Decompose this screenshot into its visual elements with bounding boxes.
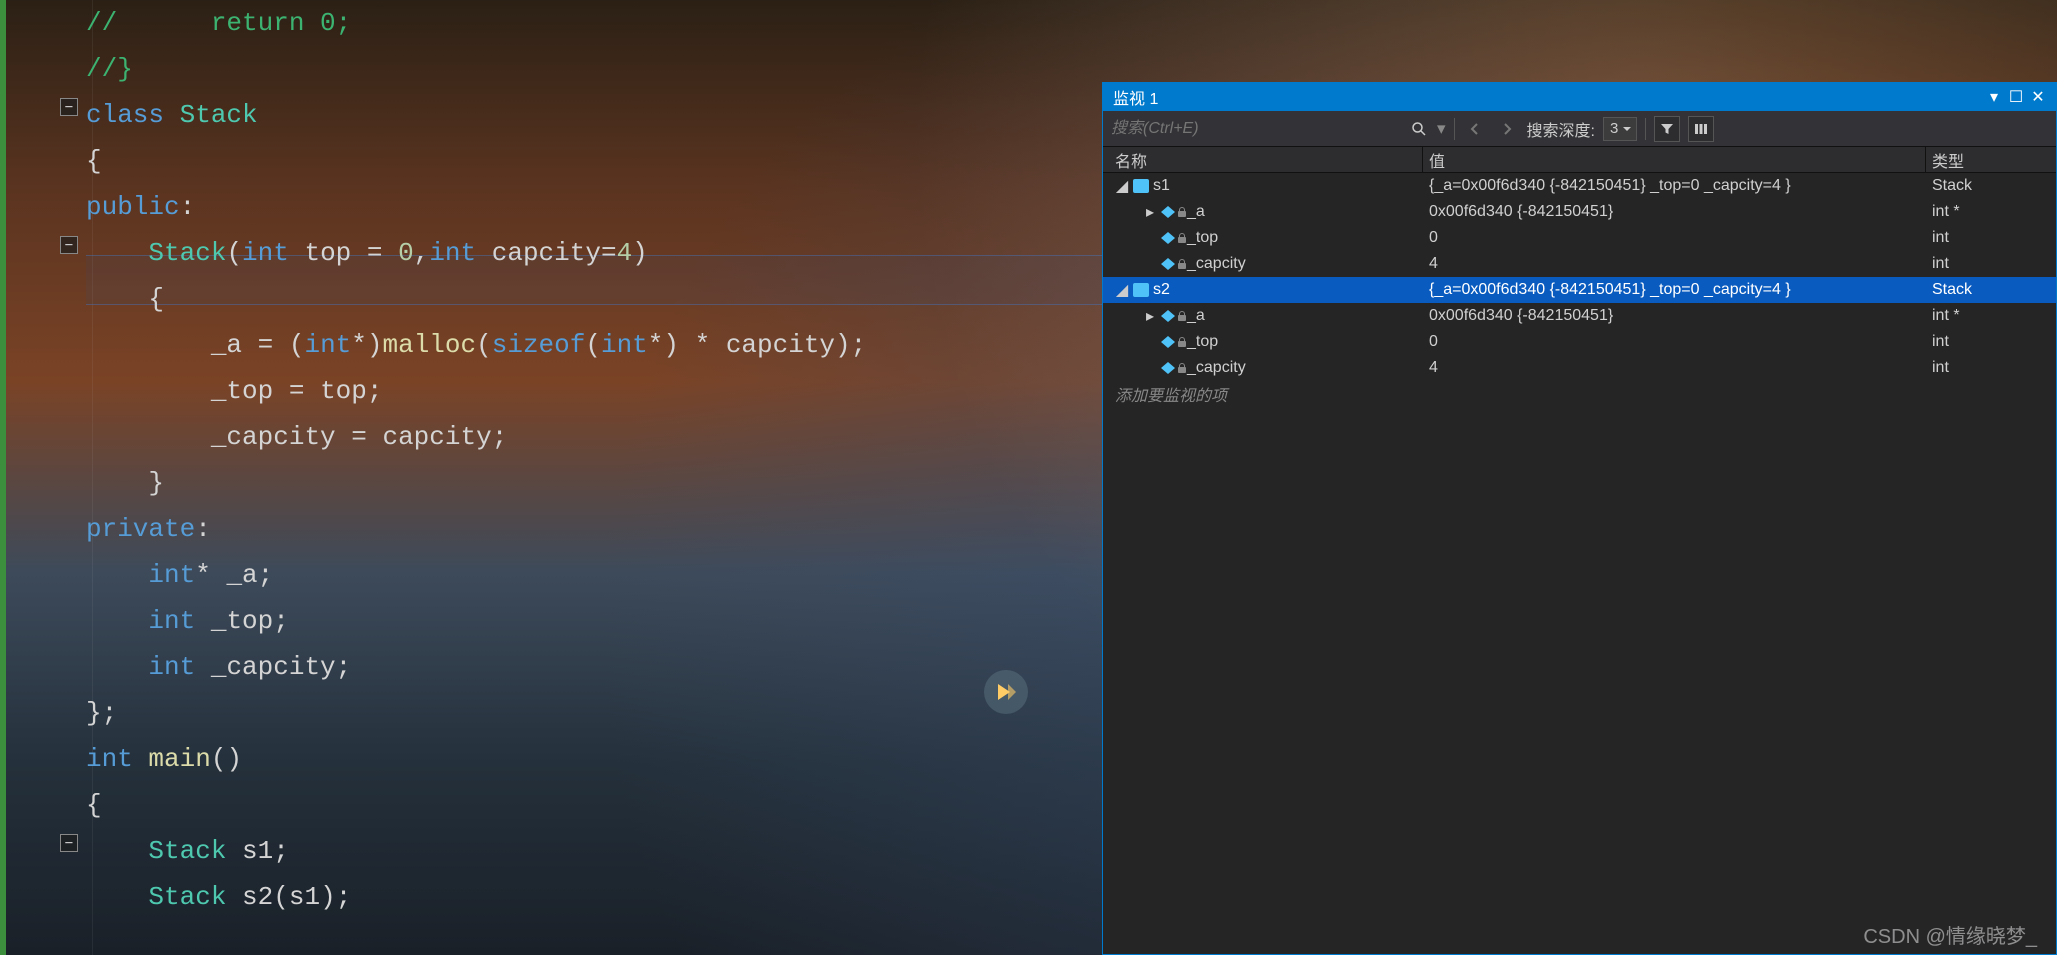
object-icon bbox=[1133, 283, 1149, 297]
code-line[interactable]: int _top; bbox=[86, 598, 1102, 644]
code-line[interactable]: _top = top; bbox=[86, 368, 1102, 414]
search-input[interactable] bbox=[1111, 116, 1401, 142]
watch-name: _a bbox=[1187, 307, 1205, 325]
code-line[interactable]: Stack s2(s1); bbox=[86, 874, 1102, 920]
watch-row[interactable]: ▸ _a 0x00f6d340 {-842150451}int * bbox=[1103, 199, 2056, 225]
code-line[interactable]: } bbox=[86, 460, 1102, 506]
watch-row[interactable]: ◢ s1 {_a=0x00f6d340 {-842150451} _top=0 _… bbox=[1103, 173, 2056, 199]
expander-icon[interactable]: ▸ bbox=[1143, 202, 1157, 222]
watch-type: int * bbox=[1926, 203, 2056, 221]
maximize-icon[interactable]: ☐ bbox=[2008, 87, 2024, 107]
search-icon[interactable] bbox=[1409, 119, 1429, 139]
watch-type: int bbox=[1926, 229, 2056, 247]
code-line[interactable]: { bbox=[86, 276, 1102, 322]
code-line[interactable]: private: bbox=[86, 506, 1102, 552]
watch-type: int bbox=[1926, 359, 2056, 377]
code-line[interactable]: class Stack bbox=[86, 92, 1102, 138]
lock-icon bbox=[1177, 207, 1187, 217]
code-line[interactable]: Stack s1; bbox=[86, 828, 1102, 874]
filter-button[interactable] bbox=[1654, 116, 1680, 142]
code-line[interactable]: int _capcity; bbox=[86, 644, 1102, 690]
watch-header-row: 名称 值 类型 bbox=[1103, 147, 2056, 173]
depth-select[interactable]: 3 bbox=[1603, 117, 1637, 141]
col-header-name[interactable]: 名称 bbox=[1103, 147, 1423, 172]
watch-row[interactable]: _capcity 4int bbox=[1103, 355, 2056, 381]
step-arrow-icon bbox=[984, 670, 1028, 714]
watch-type: int bbox=[1926, 255, 2056, 273]
watch-row[interactable]: _top 0int bbox=[1103, 225, 2056, 251]
watch-value: 0 bbox=[1423, 229, 1926, 247]
watch-body: ◢ s1 {_a=0x00f6d340 {-842150451} _top=0 _… bbox=[1103, 173, 2056, 381]
watch-title-text: 监视 1 bbox=[1113, 85, 1158, 109]
field-icon bbox=[1161, 336, 1175, 348]
watermark: CSDN @情缘晓梦_ bbox=[1863, 920, 2037, 949]
watch-row[interactable]: _capcity 4int bbox=[1103, 251, 2056, 277]
watch-name: _a bbox=[1187, 203, 1205, 221]
code-line[interactable]: int* _a; bbox=[86, 552, 1102, 598]
object-icon bbox=[1133, 179, 1149, 193]
watch-value: 4 bbox=[1423, 359, 1926, 377]
code-line[interactable]: _a = (int*)malloc(sizeof(int*) * capcity… bbox=[86, 322, 1102, 368]
lock-icon bbox=[1177, 233, 1187, 243]
watch-row[interactable]: ▸ _a 0x00f6d340 {-842150451}int * bbox=[1103, 303, 2056, 329]
watch-value: 0x00f6d340 {-842150451} bbox=[1423, 203, 1926, 221]
code-line[interactable]: int main() bbox=[86, 736, 1102, 782]
code-line[interactable]: }; bbox=[86, 690, 1102, 736]
fold-toggle[interactable]: − bbox=[60, 236, 78, 254]
code-editor[interactable]: // return 0;//}class Stack{public: Stack… bbox=[0, 0, 1102, 955]
lock-icon bbox=[1177, 311, 1187, 321]
watch-name: _capcity bbox=[1187, 359, 1246, 377]
watch-toolbar: ▾ 搜索深度: 3 bbox=[1103, 111, 2056, 147]
lock-icon bbox=[1177, 363, 1187, 373]
add-watch-row[interactable]: 添加要监视的项 bbox=[1103, 381, 2056, 407]
watch-name: s1 bbox=[1153, 177, 1170, 195]
code-line[interactable]: // return 0; bbox=[86, 0, 1102, 46]
field-icon bbox=[1161, 310, 1175, 322]
watch-type: Stack bbox=[1926, 281, 2056, 299]
field-icon bbox=[1161, 362, 1175, 374]
watch-row[interactable]: _top 0int bbox=[1103, 329, 2056, 355]
watch-name: _capcity bbox=[1187, 255, 1246, 273]
watch-value: 0x00f6d340 {-842150451} bbox=[1423, 307, 1926, 325]
nav-forward-button[interactable] bbox=[1495, 117, 1519, 141]
watch-name: _top bbox=[1187, 333, 1218, 351]
watch-type: Stack bbox=[1926, 177, 2056, 195]
col-header-value[interactable]: 值 bbox=[1423, 147, 1926, 172]
depth-label: 搜索深度: bbox=[1527, 117, 1595, 141]
expander-icon[interactable]: ▸ bbox=[1143, 306, 1157, 326]
col-header-type[interactable]: 类型 bbox=[1926, 147, 2056, 172]
dropdown-icon[interactable]: ▾ bbox=[1986, 87, 2002, 107]
watch-titlebar[interactable]: 监视 1 ▾ ☐ ✕ bbox=[1103, 83, 2056, 111]
expander-icon[interactable]: ◢ bbox=[1115, 176, 1129, 196]
lock-icon bbox=[1177, 259, 1187, 269]
watch-panel: 监视 1 ▾ ☐ ✕ ▾ 搜索深度: 3 bbox=[1102, 82, 2057, 955]
watch-row[interactable]: ◢ s2 {_a=0x00f6d340 {-842150451} _top=0 _… bbox=[1103, 277, 2056, 303]
code-body[interactable]: // return 0;//}class Stack{public: Stack… bbox=[86, 0, 1102, 920]
fold-toggle[interactable]: − bbox=[60, 98, 78, 116]
watch-value: 4 bbox=[1423, 255, 1926, 273]
code-line[interactable]: _capcity = capcity; bbox=[86, 414, 1102, 460]
code-line[interactable]: public: bbox=[86, 184, 1102, 230]
watch-type: int * bbox=[1926, 307, 2056, 325]
code-line[interactable]: { bbox=[86, 782, 1102, 828]
gutter bbox=[6, 0, 86, 955]
code-line[interactable]: //} bbox=[86, 46, 1102, 92]
watch-type: int bbox=[1926, 333, 2056, 351]
code-line[interactable]: Stack(int top = 0,int capcity=4) bbox=[86, 230, 1102, 276]
expander-icon[interactable]: ◢ bbox=[1115, 280, 1129, 300]
watch-value: 0 bbox=[1423, 333, 1926, 351]
field-icon bbox=[1161, 232, 1175, 244]
fold-toggle[interactable]: − bbox=[60, 834, 78, 852]
field-icon bbox=[1161, 258, 1175, 270]
field-icon bbox=[1161, 206, 1175, 218]
lock-icon bbox=[1177, 337, 1187, 347]
watch-value: {_a=0x00f6d340 {-842150451} _top=0 _capc… bbox=[1423, 177, 1926, 195]
code-line[interactable]: { bbox=[86, 138, 1102, 184]
close-icon[interactable]: ✕ bbox=[2030, 87, 2046, 107]
watch-name: s2 bbox=[1153, 281, 1170, 299]
watch-value: {_a=0x00f6d340 {-842150451} _top=0 _capc… bbox=[1423, 281, 1926, 299]
columns-button[interactable] bbox=[1688, 116, 1714, 142]
nav-back-button[interactable] bbox=[1463, 117, 1487, 141]
watch-name: _top bbox=[1187, 229, 1218, 247]
